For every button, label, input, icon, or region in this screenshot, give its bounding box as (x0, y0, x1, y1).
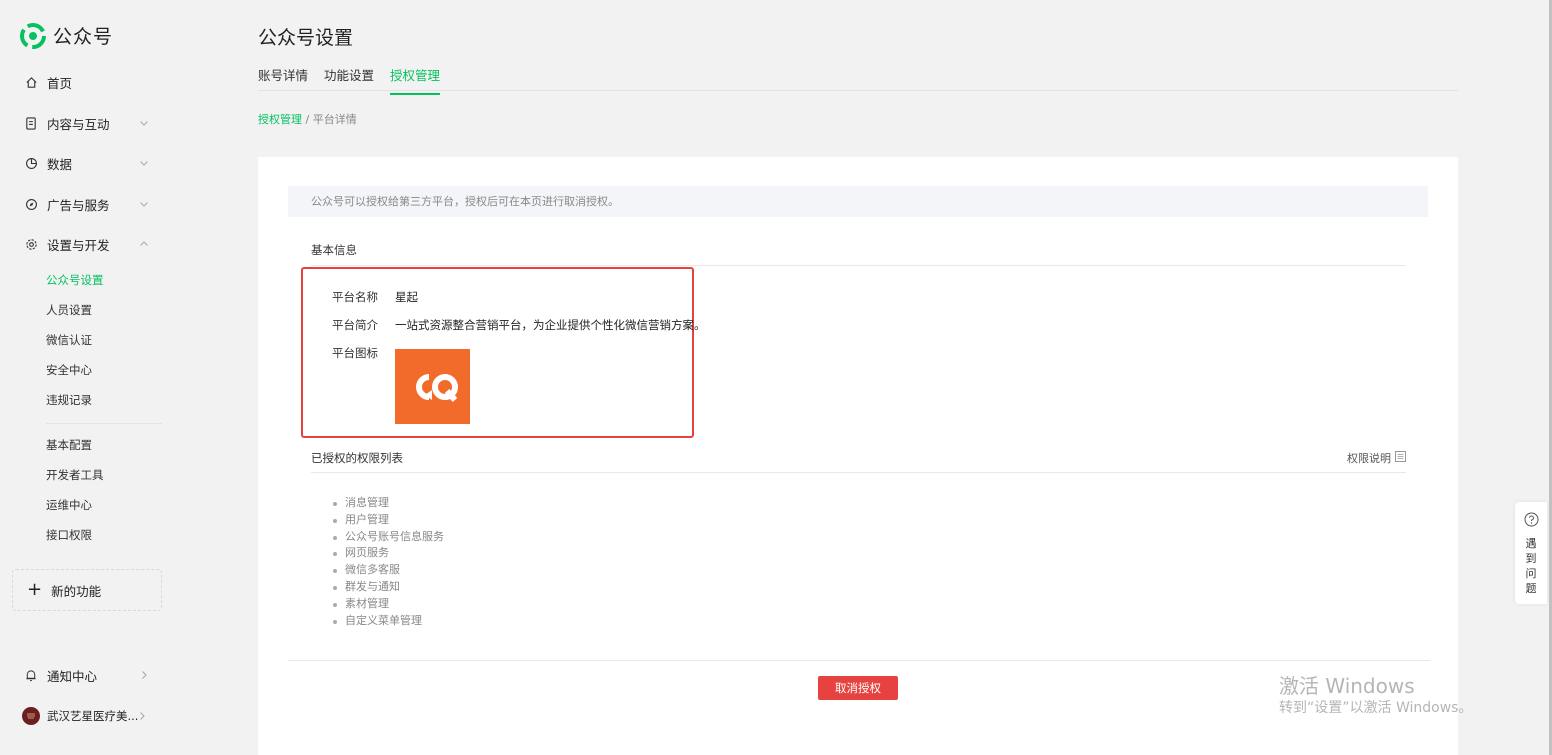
app-name: 公众号 (53, 26, 114, 48)
nav-label: 数据 (47, 156, 73, 172)
chevron-right-icon (138, 669, 150, 681)
list-item: 群发与通知 (333, 579, 444, 596)
sidebar-item-wechat-verify[interactable]: 微信认证 (46, 332, 92, 348)
list-item: 公众号账号信息服务 (333, 529, 444, 546)
section-divider (311, 472, 1406, 473)
list-item: 自定义菜单管理 (333, 613, 444, 630)
footer-divider (288, 660, 1430, 661)
list-item: 消息管理 (333, 495, 444, 512)
sidebar-item-staff-settings[interactable]: 人员设置 (46, 302, 92, 318)
platform-logo-icon (395, 349, 470, 424)
breadcrumb-current: 平台详情 (312, 113, 357, 126)
help-label: 遇到问题 (1525, 537, 1537, 595)
chevron-down-icon (138, 117, 150, 129)
question-icon (1524, 512, 1539, 530)
section-divider (311, 265, 1406, 266)
permission-help-label: 权限说明 (1347, 452, 1391, 465)
permission-list-title: 已授权的权限列表 (311, 451, 403, 465)
list-icon (1395, 451, 1406, 465)
sidebar-item-violations[interactable]: 违规记录 (46, 392, 92, 408)
sidebar-item-basic-config[interactable]: 基本配置 (46, 437, 92, 453)
new-feature-label: 新的功能 (51, 583, 102, 599)
platform-desc-label: 平台简介 (332, 318, 378, 332)
list-item: 素材管理 (333, 596, 444, 613)
chevron-down-icon (138, 157, 150, 169)
platform-desc: 一站式资源整合营销平台，为企业提供个性化微信营销方案。 (395, 318, 706, 332)
bell-icon (24, 668, 38, 682)
avatar (22, 707, 40, 725)
wechat-official-logo-icon (20, 22, 46, 49)
activation-watermark-title: 激活 Windows (1279, 674, 1415, 698)
nav-label: 设置与开发 (47, 237, 110, 253)
nav-content[interactable]: 内容与互动 (24, 113, 152, 133)
help-widget[interactable]: 遇到问题 (1515, 502, 1547, 604)
nav-label: 通知中心 (47, 668, 98, 684)
revoke-authorization-button[interactable]: 取消授权 (818, 676, 898, 700)
nav-label: 首页 (47, 75, 73, 91)
nav-notifications[interactable]: 通知中心 (24, 665, 152, 685)
sidebar-divider (46, 423, 162, 424)
sidebar-item-dev-tools[interactable]: 开发者工具 (46, 467, 104, 483)
nav-data[interactable]: 数据 (24, 153, 152, 173)
pie-chart-icon (24, 156, 38, 170)
chevron-down-icon (138, 198, 150, 210)
home-icon (24, 75, 38, 89)
sidebar: 公众号 首页 内容与互动 数据 广告与服务 设置与开发 公众号设置 人员设置 微… (0, 0, 175, 755)
tab-bar: 账号详情 功能设置 授权管理 (258, 62, 1458, 95)
platform-name: 星起 (395, 290, 418, 304)
notice-banner: 公众号可以授权给第三方平台，授权后可在本页进行取消授权。 (288, 186, 1428, 217)
account-name: 武汉艺星医疗美... (47, 709, 139, 723)
tab-function-settings[interactable]: 功能设置 (324, 65, 374, 93)
chevron-right-icon (136, 710, 148, 722)
plus-icon: + (27, 579, 43, 600)
sidebar-item-security[interactable]: 安全中心 (46, 362, 92, 378)
permission-help-link[interactable]: 权限说明 (1347, 450, 1406, 466)
account-switcher[interactable]: 武汉艺星医疗美... (22, 706, 150, 726)
permission-list: 消息管理 用户管理 公众号账号信息服务 网页服务 微信多客服 群发与通知 素材管… (333, 495, 444, 629)
tab-authorization[interactable]: 授权管理 (390, 65, 441, 95)
chevron-up-icon (138, 238, 150, 250)
sidebar-item-ops-center[interactable]: 运维中心 (46, 497, 92, 513)
nav-home[interactable]: 首页 (24, 72, 152, 92)
new-feature-button[interactable]: + 新的功能 (12, 569, 162, 611)
nav-settings[interactable]: 设置与开发 (24, 234, 152, 254)
platform-name-label: 平台名称 (332, 290, 378, 304)
breadcrumb: 授权管理 / 平台详情 (258, 111, 357, 127)
platform-icon-label: 平台图标 (332, 346, 378, 360)
sidebar-item-api-permissions[interactable]: 接口权限 (46, 527, 92, 543)
page-title: 公众号设置 (258, 27, 354, 49)
activation-watermark-subtitle: 转到“设置”以激活 Windows。 (1279, 700, 1473, 716)
breadcrumb-separator: / (302, 113, 313, 126)
list-item: 网页服务 (333, 545, 444, 562)
nav-label: 内容与互动 (47, 116, 110, 132)
tab-account-details[interactable]: 账号详情 (258, 65, 308, 93)
breadcrumb-link[interactable]: 授权管理 (258, 113, 302, 126)
gear-icon (24, 237, 38, 251)
nav-label: 广告与服务 (47, 197, 110, 213)
list-item: 微信多客服 (333, 562, 444, 579)
document-icon (24, 116, 38, 130)
sidebar-item-account-settings[interactable]: 公众号设置 (46, 272, 104, 288)
app-logo[interactable]: 公众号 (20, 22, 113, 49)
basic-info-title: 基本信息 (311, 243, 357, 257)
compass-icon (24, 197, 38, 211)
list-item: 用户管理 (333, 512, 444, 529)
platform-detail-card: 公众号可以授权给第三方平台，授权后可在本页进行取消授权。 基本信息 平台名称 星… (258, 157, 1458, 755)
nav-ads[interactable]: 广告与服务 (24, 194, 152, 214)
